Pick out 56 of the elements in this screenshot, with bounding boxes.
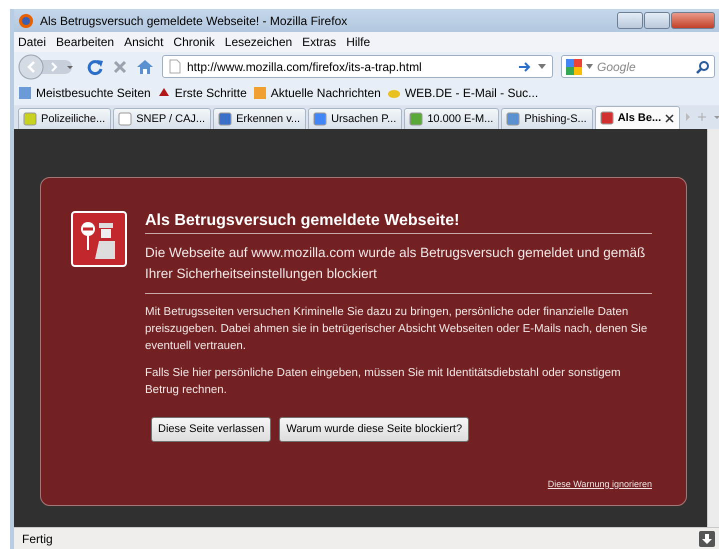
bookmark-item[interactable]: Erste Schritte [156, 84, 247, 102]
menu-item[interactable]: Hilfe [346, 33, 370, 51]
favicon-icon [118, 112, 132, 126]
address-bar[interactable]: http://www.mozilla.com/firefox/its-a-trap.html [162, 55, 553, 78]
menu-item[interactable]: Chronik [173, 33, 215, 51]
status-text: Fertig [22, 530, 53, 548]
dropdown-icon[interactable] [538, 64, 546, 69]
bookmark-icon [18, 86, 32, 100]
search-engine-icon[interactable] [566, 58, 582, 74]
menu-item[interactable]: Datei [18, 33, 46, 51]
dropdown-icon[interactable] [586, 64, 593, 69]
minimize-button[interactable] [617, 12, 643, 29]
bookmark-item[interactable]: WEB.DE - E-Mail - Suc... [386, 84, 538, 102]
menu-item[interactable]: Ansicht [124, 33, 164, 51]
maximize-button[interactable] [644, 12, 670, 29]
action-button[interactable]: Warum wurde diese Seite blockiert? [279, 417, 470, 442]
firefox-icon [18, 12, 34, 28]
tab[interactable]: 10.000 E-M... [404, 108, 500, 129]
tab[interactable]: Polizeiliche... [18, 108, 112, 129]
menu-item[interactable]: Extras [302, 33, 336, 51]
menu-item[interactable]: Bearbeiten [56, 33, 114, 51]
tab[interactable]: Ursachen P... [308, 108, 402, 129]
close-button[interactable] [671, 12, 715, 29]
go-arrow-icon[interactable] [518, 60, 532, 72]
warning-paragraph: Mit Betrugsseiten versuchen Kriminelle Sie dazu zu bringen, persönliche oder finanzielle Daten preiszugeben. Dabei ahmen sie in betrügerischer Absicht Webseiten oder E-Mails nach, denen Sie eventuell vertrauen. [145, 305, 648, 354]
favicon-icon [313, 112, 328, 126]
url-text: http://www.mozilla.com/firefox/its-a-trap.html [187, 58, 423, 76]
bookmark-item[interactable]: Meistbesuchte Seiten [18, 84, 151, 102]
search-icon[interactable] [696, 60, 710, 74]
bookmark-item[interactable]: Aktuelle Nachrichten [252, 84, 381, 102]
stop-icon[interactable] [112, 58, 128, 74]
download-icon[interactable] [699, 530, 715, 546]
close-tab-icon[interactable] [665, 114, 674, 122]
search-bar[interactable]: Google [561, 55, 715, 78]
ignore-warning-link[interactable]: Diese Warnung ignorieren [548, 478, 652, 491]
warning-summary: Die Webseite auf www.mozilla.com wurde als Betrugsversuch gemeldet und gemäß Ihrer Sicherheitseinstellungen blockiert [145, 234, 652, 294]
favicon-icon [600, 111, 614, 125]
page-icon [169, 59, 181, 74]
home-icon[interactable] [136, 58, 154, 74]
reload-icon[interactable] [86, 58, 104, 76]
action-button[interactable]: Diese Seite verlassen [151, 417, 272, 442]
blocked-police-icon [71, 211, 127, 267]
scrollbar[interactable] [707, 129, 719, 527]
favicon-icon [409, 112, 424, 126]
warning-paragraph: Falls Sie hier persönliche Daten eingeben, müssen Sie mit Identitätsdiebstahl oder sonstigem Betrug rechnen. [145, 366, 622, 398]
tab[interactable]: Phishing-S... [501, 108, 593, 129]
tab[interactable]: SNEP / CAJ... [113, 108, 212, 129]
menu-item[interactable]: Lesezeichen [224, 33, 292, 51]
window-title: Als Betrugsversuch gemeldete Webseite! - Mozilla Firefox [40, 12, 348, 30]
favicon-icon [506, 112, 520, 126]
bookmark-icon [252, 86, 267, 100]
favicon-icon [23, 112, 37, 126]
favicon-icon [218, 112, 232, 126]
tab[interactable]: Als Be... [594, 106, 680, 129]
warning-title: Als Betrugsversuch gemeldete Webseite! [145, 211, 652, 234]
tab[interactable]: Erkennen v... [213, 108, 306, 129]
